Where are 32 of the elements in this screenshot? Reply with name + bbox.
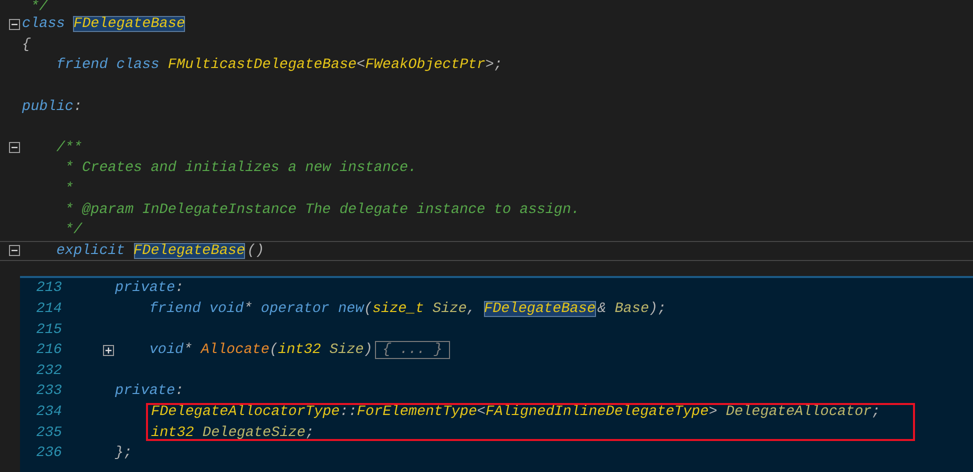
code-line: * Creates and initializes a new instance.	[64, 159, 417, 178]
code-line: /**	[55, 138, 82, 157]
code-line: *	[64, 180, 74, 198]
line-number: 236	[35, 445, 62, 462]
line-number: 213	[35, 280, 62, 296]
code-line: private:	[115, 279, 184, 298]
line-number: 215	[35, 322, 62, 338]
code-line: public:	[22, 98, 82, 116]
expand-icon[interactable]	[103, 344, 114, 356]
code-line: {	[22, 36, 31, 54]
line-number: 216	[35, 342, 62, 358]
code-line: FDelegateAllocatorType::ForElementType<FAlignedInlineDelegateType> DelegateAllocator;	[151, 402, 880, 421]
collapse-icon[interactable]	[9, 245, 20, 256]
code-line: friend class FMulticastDelegateBase<FWeakObjectPtr>;	[55, 56, 502, 74]
line-number: 232	[35, 362, 62, 379]
code-line: int32 DelegateSize;	[151, 424, 314, 442]
collapsed-block[interactable]: { ... }	[375, 341, 450, 360]
code-line: void* Allocate(int32 Size)	[148, 341, 372, 360]
collapse-icon[interactable]	[9, 18, 20, 30]
collapse-icon[interactable]	[9, 142, 20, 154]
code-line: private:	[115, 382, 184, 400]
line-number: 234	[35, 404, 62, 420]
line-number: 235	[35, 424, 62, 441]
code-line: friend void* operator new(size_t Size, FDelegateBase& Base);	[148, 300, 666, 318]
code-line: class FDelegateBase	[22, 15, 186, 34]
code-line: */	[64, 221, 82, 240]
code-line: explicit FDelegateBase()	[55, 242, 264, 260]
code-line: };	[115, 444, 132, 462]
line-number: 233	[35, 383, 62, 400]
line-number: 214	[35, 301, 62, 318]
code-line: * @param InDelegateInstance The delegate instance to assign.	[64, 200, 580, 219]
code-line: */	[30, 0, 48, 14]
